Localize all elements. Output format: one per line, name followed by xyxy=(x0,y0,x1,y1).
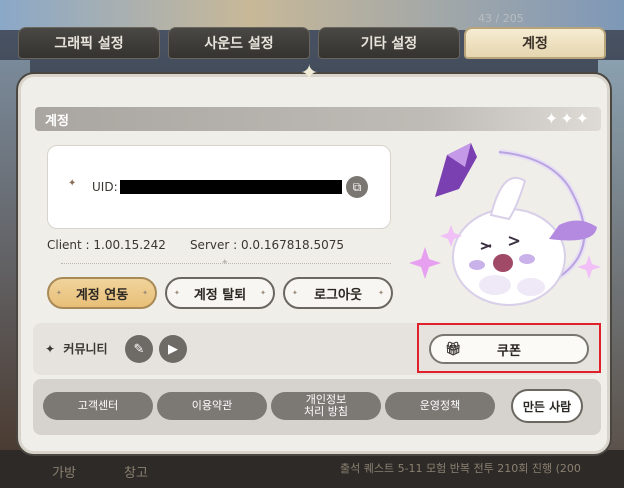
section-title: 계정 xyxy=(45,113,69,129)
edit-icon[interactable]: ✎ xyxy=(125,335,153,363)
bag-label: 가방 xyxy=(52,466,76,481)
tab-sound[interactable]: 사운드 설정 xyxy=(168,27,310,59)
makers-button[interactable]: 만든 사람 xyxy=(511,389,583,423)
game-background-top xyxy=(0,0,624,30)
uid-redacted xyxy=(120,180,342,194)
uid-card: ✦ UID: ⧉ xyxy=(47,145,391,229)
settings-panel: 계정 ✦✦✦ ✦ UID: ⧉ Client : 1.00.15.242 Ser… xyxy=(18,74,610,454)
version-info: Client : 1.00.15.242 Server : 0.0.167818… xyxy=(47,238,344,252)
tab-graphics[interactable]: 그래픽 설정 xyxy=(18,27,160,59)
sparkle-icon: ✦✦✦ xyxy=(544,109,591,128)
panel-ornament-icon: ✦ xyxy=(300,61,319,86)
uid-label: UID: xyxy=(92,180,118,194)
server-version: Server : 0.0.167818.5075 xyxy=(189,238,345,252)
support-button[interactable]: 고객센터 xyxy=(43,392,153,420)
divider-star-icon: ✦ xyxy=(221,258,229,268)
tab-other[interactable]: 기타 설정 xyxy=(318,27,460,59)
community-text: 커뮤니티 xyxy=(63,342,108,356)
mascot-illustration xyxy=(409,143,601,306)
gift-icon: 🎁︎ xyxy=(445,342,462,357)
quest-ticker: 출석 퀘스트 5-11 모험 반복 전투 210회 진행 (200 xyxy=(340,462,581,475)
coupon-label: 쿠폰 xyxy=(497,343,521,359)
background-counter: 43 / 205 xyxy=(478,12,524,25)
coupon-button[interactable]: 🎁︎ 쿠폰 xyxy=(429,334,589,364)
diamond-bullet-icon: ✦ xyxy=(68,178,77,189)
footer-row: 고객센터 이용약관 개인정보 처리 방침 운영정책 만든 사람 xyxy=(33,379,601,435)
youtube-icon[interactable]: ▶ xyxy=(159,335,187,363)
copy-icon[interactable]: ⧉ xyxy=(346,176,368,198)
terms-button[interactable]: 이용약관 xyxy=(157,392,267,420)
community-label: ✦ 커뮤니티 xyxy=(45,342,108,356)
logout-button[interactable]: 로그아웃 xyxy=(283,277,393,309)
privacy-button[interactable]: 개인정보 처리 방침 xyxy=(271,392,381,420)
tab-account[interactable]: 계정 xyxy=(464,27,606,59)
account-withdraw-button[interactable]: 계정 탈퇴 xyxy=(165,277,275,309)
storage-label: 창고 xyxy=(124,466,148,481)
policy-button[interactable]: 운영정책 xyxy=(385,392,495,420)
privacy-line2: 처리 방침 xyxy=(304,405,348,418)
client-version: Client : 1.00.15.242 xyxy=(47,238,166,252)
account-link-button[interactable]: 계정 연동 xyxy=(47,277,157,309)
